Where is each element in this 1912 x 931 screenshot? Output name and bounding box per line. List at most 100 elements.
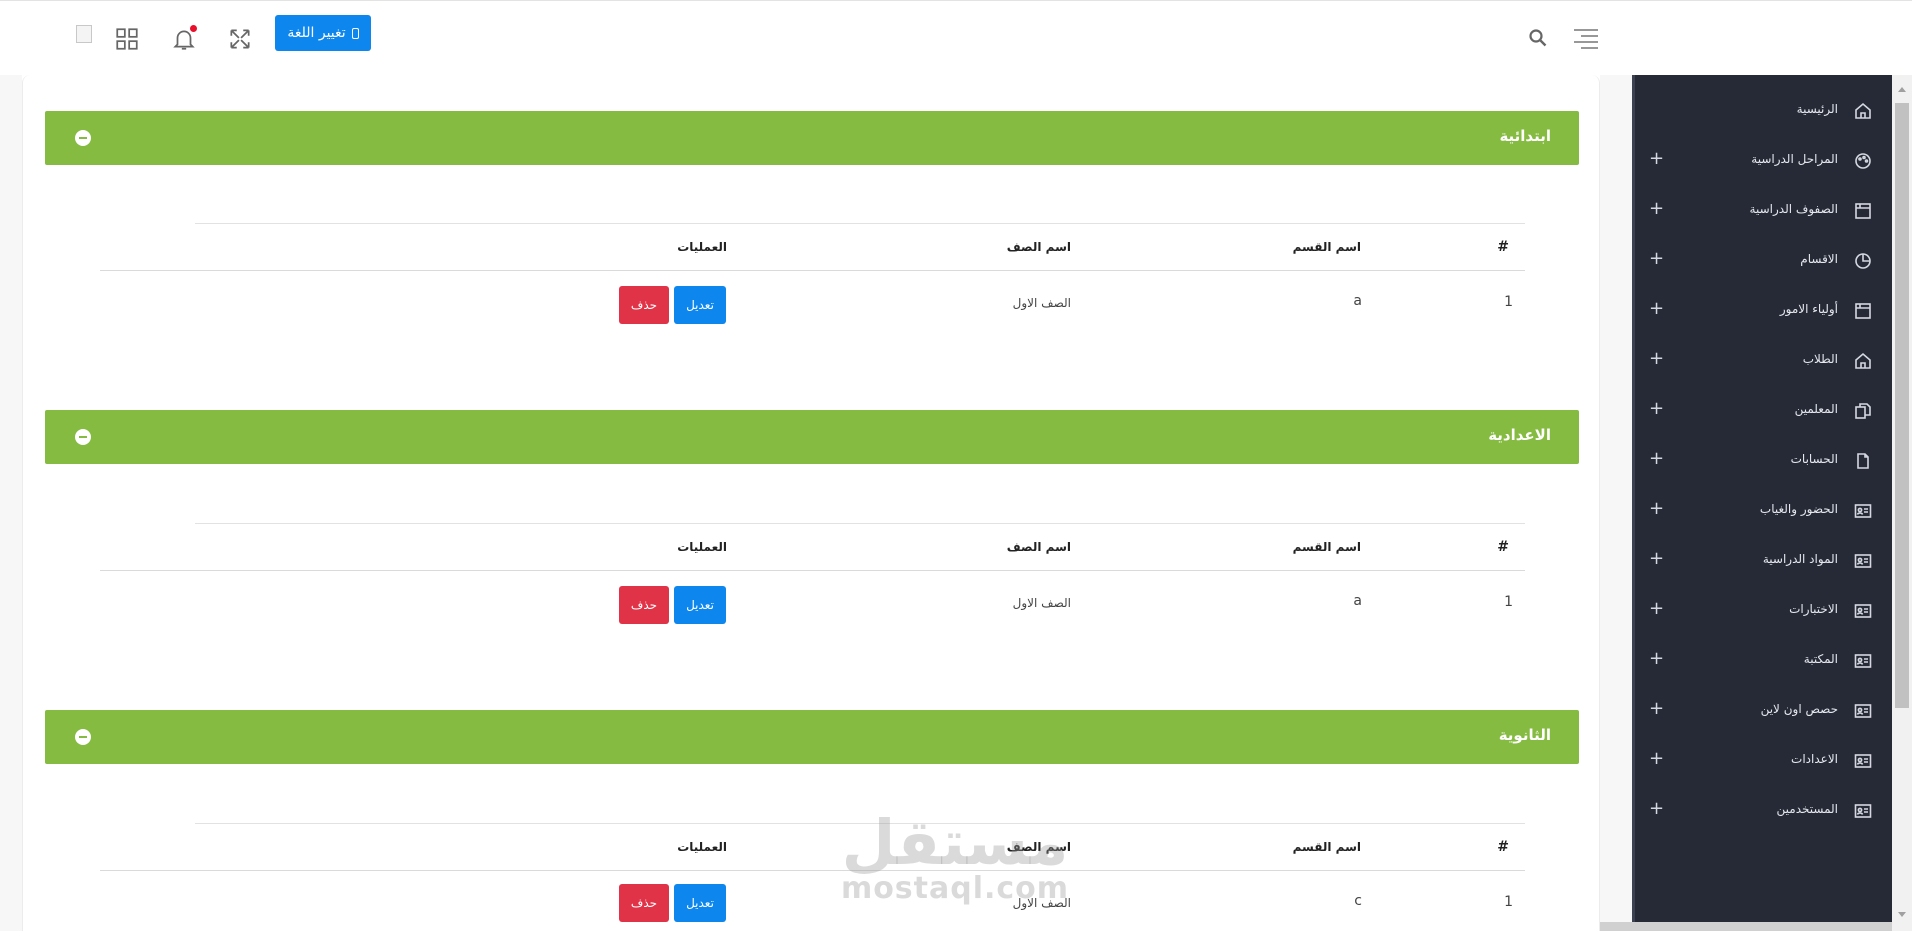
plus-icon[interactable]: + (1649, 200, 1664, 218)
plus-icon[interactable]: + (1649, 750, 1664, 768)
collapse-icon[interactable] (75, 130, 91, 146)
sidebar-item-accounts[interactable]: الحسابات + (1635, 436, 1892, 486)
file-icon (1854, 452, 1872, 470)
fullscreen-icon[interactable] (226, 25, 254, 53)
cell-class: الصف الاول (1012, 296, 1071, 310)
vertical-scrollbar[interactable] (1892, 75, 1912, 931)
delete-button[interactable]: حذف (619, 586, 669, 624)
section-title: الاعدادية (1488, 426, 1551, 444)
pie-chart-icon (1854, 252, 1872, 270)
scroll-down-arrow-icon[interactable] (1898, 912, 1906, 917)
sidebar-item-students[interactable]: الطلاب + (1635, 336, 1892, 386)
sidebar-item-parents[interactable]: أولياء الامور + (1635, 286, 1892, 336)
sidebar-item-library[interactable]: المكتبة + (1635, 636, 1892, 686)
plus-icon[interactable]: + (1649, 450, 1664, 468)
plus-icon[interactable]: + (1649, 650, 1664, 668)
plus-icon[interactable]: + (1649, 550, 1664, 568)
sidebar-item-teachers[interactable]: المعلمين + (1635, 386, 1892, 436)
sidebar-item-subjects[interactable]: المواد الدراسية + (1635, 536, 1892, 586)
col-header-num: # (1497, 239, 1509, 255)
section-title: الثانوية (1498, 726, 1551, 744)
cell-class: الصف الاول (1012, 596, 1071, 610)
broken-image-icon[interactable] (76, 25, 92, 43)
table-top-border (195, 223, 1525, 224)
scrollbar-thumb[interactable] (1895, 103, 1909, 708)
id-card-icon (1854, 602, 1872, 620)
menu-icon[interactable] (1572, 27, 1600, 49)
col-header-section: اسم القسم (1292, 840, 1361, 854)
cell-section: a (1353, 293, 1362, 309)
sidebar-item-home[interactable]: الرئيسية (1635, 86, 1892, 136)
sidebar-item-label: الاعدادات (1791, 752, 1838, 766)
cell-section: c (1354, 893, 1362, 909)
delete-button[interactable]: حذف (619, 286, 669, 324)
change-language-button[interactable]: تغيير اللغة (275, 15, 371, 51)
sidebar: الرئيسية المراحل الدراسية + الصفوف الدرا… (1632, 75, 1892, 931)
plus-icon[interactable]: + (1649, 350, 1664, 368)
horizontal-scrollbar[interactable] (1600, 922, 1892, 931)
top-bar: تغيير اللغة (0, 0, 1912, 75)
phone-icon (351, 27, 359, 39)
col-header-num: # (1497, 839, 1509, 855)
sidebar-item-users[interactable]: المستخدمين + (1635, 786, 1892, 836)
sidebar-item-label: المكتبة (1803, 652, 1838, 666)
sidebar-item-attendance[interactable]: الحضور والغياب + (1635, 486, 1892, 536)
grid-icon[interactable] (113, 25, 141, 53)
plus-icon[interactable]: + (1649, 600, 1664, 618)
plus-icon[interactable]: + (1649, 150, 1664, 168)
copy-icon (1854, 402, 1872, 420)
sidebar-item-label: الرئيسية (1796, 102, 1838, 116)
section-header: ابتدائية (45, 111, 1579, 165)
collapse-icon[interactable] (75, 729, 91, 745)
plus-icon[interactable]: + (1649, 800, 1664, 818)
col-header-class: اسم الصف (1006, 240, 1071, 254)
table-top-border (195, 823, 1525, 824)
plus-icon[interactable]: + (1649, 700, 1664, 718)
plus-icon[interactable]: + (1649, 400, 1664, 418)
window-icon (1854, 202, 1872, 220)
sidebar-item-sections[interactable]: الاقسام + (1635, 236, 1892, 286)
sidebar-item-settings[interactable]: الاعدادات + (1635, 736, 1892, 786)
sidebar-item-stages[interactable]: المراحل الدراسية + (1635, 136, 1892, 186)
table-header-border (100, 870, 1525, 871)
sidebar-item-label: المواد الدراسية (1762, 552, 1838, 566)
plus-icon[interactable]: + (1649, 300, 1664, 318)
id-card-icon (1854, 702, 1872, 720)
col-header-ops: العمليات (677, 540, 727, 554)
edit-button[interactable]: تعديل (674, 884, 726, 922)
section-header: الاعدادية (45, 410, 1579, 464)
id-card-icon (1854, 802, 1872, 820)
plus-icon[interactable]: + (1649, 250, 1664, 268)
cell-num: 1 (1504, 594, 1513, 610)
sidebar-item-label: حصص اون لاين (1760, 702, 1838, 716)
sidebar-item-label: الحضور والغياب (1759, 502, 1838, 516)
delete-button[interactable]: حذف (619, 884, 669, 922)
edit-button[interactable]: تعديل (674, 586, 726, 624)
left-gutter (0, 75, 22, 931)
window-icon (1854, 302, 1872, 320)
table-header-border (100, 570, 1525, 571)
collapse-icon[interactable] (75, 429, 91, 445)
col-header-num: # (1497, 539, 1509, 555)
sidebar-item-label: الصفوف الدراسية (1749, 202, 1838, 216)
sidebar-item-label: الطلاب (1802, 352, 1838, 366)
sidebar-item-label: أولياء الامور (1779, 302, 1838, 316)
edit-button[interactable]: تعديل (674, 286, 726, 324)
sidebar-item-exams[interactable]: الاختبارات + (1635, 586, 1892, 636)
content-sidebar-gap (1600, 75, 1632, 931)
col-header-ops: العمليات (677, 840, 727, 854)
cell-num: 1 (1504, 894, 1513, 910)
col-header-class: اسم الصف (1006, 540, 1071, 554)
plus-icon[interactable]: + (1649, 500, 1664, 518)
sidebar-item-label: الاقسام (1800, 252, 1838, 266)
id-card-icon (1854, 552, 1872, 570)
col-header-ops: العمليات (677, 240, 727, 254)
sidebar-item-classes[interactable]: الصفوف الدراسية + (1635, 186, 1892, 236)
sidebar-item-online-classes[interactable]: حصص اون لاين + (1635, 686, 1892, 736)
bell-icon[interactable] (170, 25, 198, 53)
search-icon[interactable] (1528, 28, 1548, 48)
palette-icon (1854, 152, 1872, 170)
home-icon (1854, 352, 1872, 370)
col-header-section: اسم القسم (1292, 540, 1361, 554)
scroll-up-arrow-icon[interactable] (1898, 87, 1906, 92)
